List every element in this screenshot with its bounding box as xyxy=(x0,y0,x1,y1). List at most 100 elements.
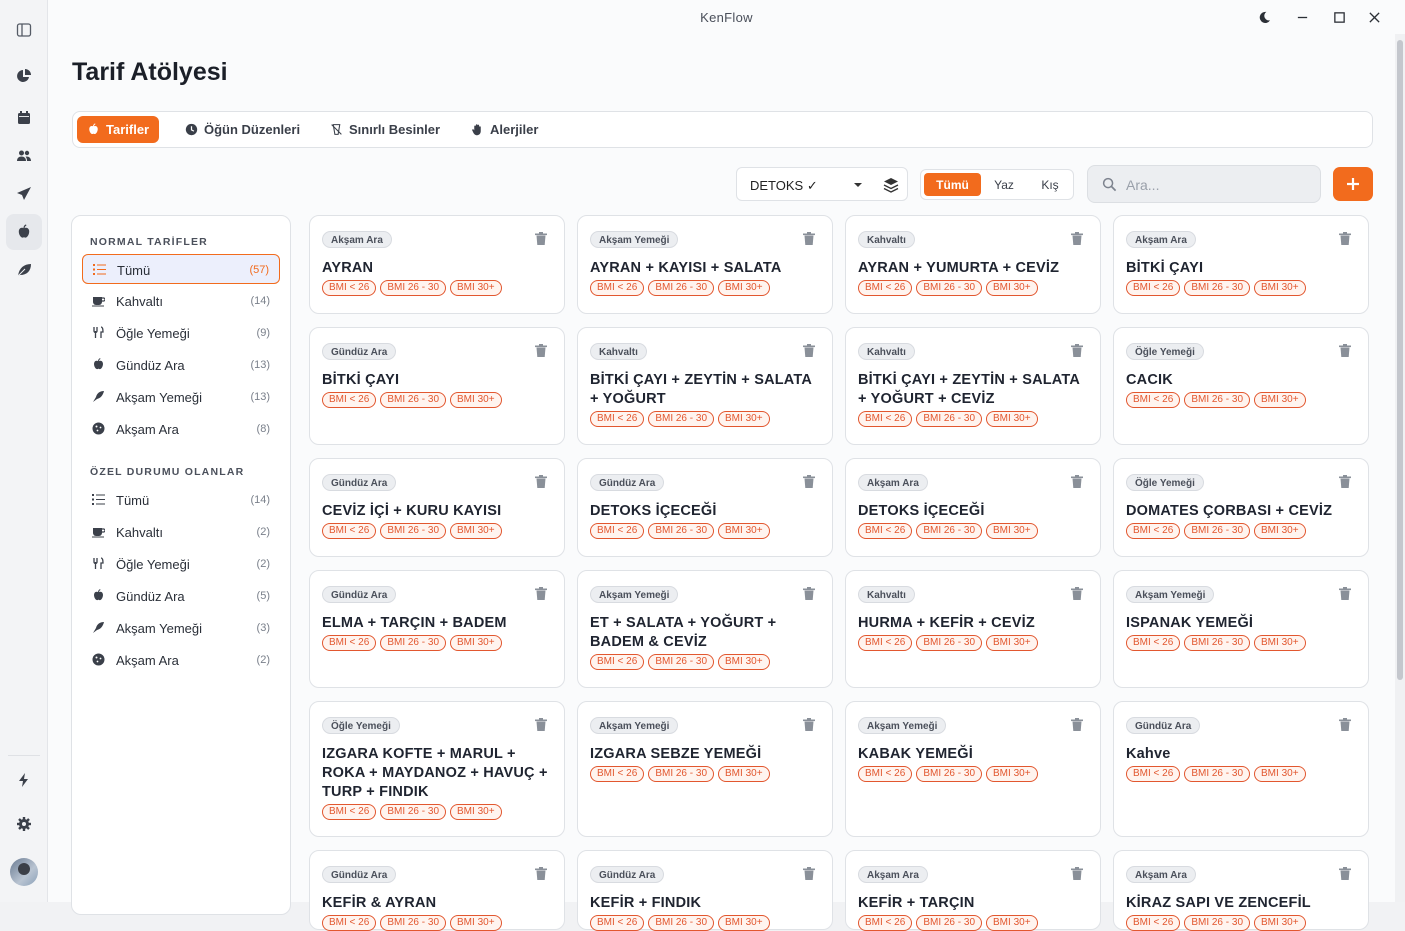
recipe-card[interactable]: Gündüz Ara KEFİR + FINDIK BMI < 26 BMI 26 -… xyxy=(577,850,833,931)
clients-icon[interactable] xyxy=(12,144,36,168)
leaf-icon[interactable] xyxy=(12,258,36,282)
recipes-apple-icon[interactable] xyxy=(6,214,42,250)
recipe-card[interactable]: Gündüz Ara DETOKS İÇECEĞİ BMI < 26 BMI 26 -… xyxy=(577,458,833,557)
scrollbar[interactable] xyxy=(1395,34,1405,902)
trash-icon[interactable] xyxy=(535,867,547,880)
chevron-down-icon xyxy=(854,183,862,187)
recipe-card[interactable]: Akşam Ara AYRAN BMI < 26 BMI 26 - 30 BMI 30+ xyxy=(309,215,565,314)
recipe-card[interactable]: Gündüz Ara KEFİR & AYRAN BMI < 26 BMI 26 - … xyxy=(309,850,565,931)
recipe-card[interactable]: Kahvaltı HURMA + KEFİR + CEVİZ BMI < 26 BMI… xyxy=(845,570,1101,688)
recipe-name: ELMA + TARÇIN + BADEM xyxy=(322,615,507,631)
minimize-icon[interactable] xyxy=(1293,8,1311,26)
bmi-badge: BMI 30+ xyxy=(718,654,770,670)
theme-moon-icon[interactable] xyxy=(1255,8,1273,26)
layers-icon[interactable] xyxy=(883,177,899,193)
recipe-card[interactable]: Akşam Ara BİTKİ ÇAYI BMI < 26 BMI 26 - 30 BM… xyxy=(1113,215,1369,314)
trash-icon[interactable] xyxy=(803,718,815,731)
sidebar-toggle-icon[interactable] xyxy=(12,18,36,42)
category-item[interactable]: Gündüz Ara (5) xyxy=(82,581,280,611)
category-item[interactable]: Akşam Yemeği (3) xyxy=(82,613,280,643)
trash-icon[interactable] xyxy=(803,867,815,880)
trash-icon[interactable] xyxy=(1339,475,1351,488)
bmi-badges: BMI < 26 BMI 26 - 30 BMI 30+ xyxy=(1126,523,1306,539)
recipe-card[interactable]: Öğle Yemeği CACIK BMI < 26 BMI 26 - 30 BMI 3… xyxy=(1113,327,1369,445)
program-select[interactable]: DETOKS ✓ xyxy=(736,167,908,201)
trash-icon[interactable] xyxy=(535,587,547,600)
meal-tag: Gündüz Ara xyxy=(322,866,397,883)
trash-icon[interactable] xyxy=(803,344,815,357)
tab-restricted-foods[interactable]: Sınırlı Besinler xyxy=(320,116,450,143)
recipe-card[interactable]: Akşam Yemeği ET + SALATA + YOĞURT + BADEM… xyxy=(577,570,833,688)
trash-icon[interactable] xyxy=(1071,475,1083,488)
recipe-card[interactable]: Öğle Yemeği DOMATES ÇORBASI + CEVİZ BMI < … xyxy=(1113,458,1369,557)
category-item[interactable]: Tümü (14) xyxy=(82,485,280,515)
scrollbar-thumb[interactable] xyxy=(1397,40,1403,680)
bmi-badge: BMI 26 - 30 xyxy=(648,280,715,296)
recipe-card[interactable]: Kahvaltı BİTKİ ÇAYI + ZEYTİN + SALATA + Y… xyxy=(577,327,833,445)
category-item[interactable]: Akşam Ara (2) xyxy=(82,645,280,675)
category-item[interactable]: Öğle Yemeği (9) xyxy=(82,318,280,348)
season-all[interactable]: Tümü xyxy=(924,173,981,196)
tab-allergies[interactable]: Alerjiler xyxy=(461,116,548,143)
category-item[interactable]: Gündüz Ara (13) xyxy=(82,350,280,380)
bolt-icon[interactable] xyxy=(12,768,36,792)
user-avatar[interactable] xyxy=(10,858,38,886)
category-item[interactable]: Kahvaltı (14) xyxy=(82,286,280,316)
recipe-card[interactable]: Gündüz Ara BİTKİ ÇAYI BMI < 26 BMI 26 - 30 B… xyxy=(309,327,565,445)
recipe-card[interactable]: Kahvaltı AYRAN + YUMURTA + CEVİZ BMI < 26 B… xyxy=(845,215,1101,314)
recipe-card[interactable]: Akşam Yemeği AYRAN + KAYISI + SALATA BMI <… xyxy=(577,215,833,314)
recipe-card[interactable]: Öğle Yemeği IZGARA KOFTE + MARUL + ROKA +… xyxy=(309,701,565,837)
recipe-card[interactable]: Gündüz Ara Kahve BMI < 26 BMI 26 - 30 BMI 30… xyxy=(1113,701,1369,837)
trash-icon[interactable] xyxy=(1071,867,1083,880)
category-item[interactable]: Kahvaltı (2) xyxy=(82,517,280,547)
trash-icon[interactable] xyxy=(1071,718,1083,731)
recipe-card[interactable]: Akşam Ara KİRAZ SAPI VE ZENCEFİL BMI < 26 B… xyxy=(1113,850,1369,931)
category-item[interactable]: Akşam Yemeği (13) xyxy=(82,382,280,412)
trash-icon[interactable] xyxy=(1071,587,1083,600)
category-item[interactable]: Öğle Yemeği (2) xyxy=(82,549,280,579)
trash-icon[interactable] xyxy=(535,718,547,731)
add-recipe-button[interactable] xyxy=(1333,167,1373,201)
category-label: Öğle Yemeği xyxy=(116,326,190,341)
trash-icon[interactable] xyxy=(1339,718,1351,731)
search-box xyxy=(1087,165,1321,203)
recipe-card[interactable]: Kahvaltı BİTKİ ÇAYI + ZEYTİN + SALATA + Y… xyxy=(845,327,1101,445)
recipe-card[interactable]: Akşam Ara KEFİR + TARÇIN BMI < 26 BMI 26 - … xyxy=(845,850,1101,931)
recipe-card[interactable]: Gündüz Ara CEVİZ İÇİ + KURU KAYISI BMI < 2… xyxy=(309,458,565,557)
trash-icon[interactable] xyxy=(1339,587,1351,600)
trash-icon[interactable] xyxy=(1339,344,1351,357)
season-summer[interactable]: Yaz xyxy=(981,173,1027,196)
trash-icon[interactable] xyxy=(535,475,547,488)
dashboard-pie-icon[interactable] xyxy=(12,64,36,88)
trash-icon[interactable] xyxy=(535,344,547,357)
trash-icon[interactable] xyxy=(803,232,815,245)
trash-icon[interactable] xyxy=(803,475,815,488)
close-icon[interactable] xyxy=(1365,8,1383,26)
trash-icon[interactable] xyxy=(535,232,547,245)
season-winter[interactable]: Kış xyxy=(1027,173,1073,196)
recipe-card[interactable]: Akşam Ara DETOKS İÇECEĞİ BMI < 26 BMI 26 - … xyxy=(845,458,1101,557)
tab-recipes[interactable]: Tarifler xyxy=(77,116,160,143)
recipe-card[interactable]: Akşam Yemeği IZGARA SEBZE YEMEĞİ BMI < 26 B… xyxy=(577,701,833,837)
bmi-badges: BMI < 26 BMI 26 - 30 BMI 30+ xyxy=(590,523,770,539)
maximize-icon[interactable] xyxy=(1330,8,1348,26)
utensils-icon xyxy=(92,557,105,570)
search-input[interactable] xyxy=(1126,174,1306,196)
recipe-card[interactable]: Gündüz Ara ELMA + TARÇIN + BADEM BMI < 26 B… xyxy=(309,570,565,688)
trash-icon[interactable] xyxy=(803,587,815,600)
calendar-icon[interactable] xyxy=(12,106,36,130)
send-icon[interactable] xyxy=(12,182,36,206)
trash-icon[interactable] xyxy=(1339,232,1351,245)
window-titlebar: KenFlow xyxy=(48,0,1405,34)
recipe-card[interactable]: Akşam Yemeği KABAK YEMEĞİ BMI < 26 BMI 26 -… xyxy=(845,701,1101,837)
bmi-badge: BMI 30+ xyxy=(450,635,502,651)
trash-icon[interactable] xyxy=(1071,232,1083,245)
settings-gear-icon[interactable] xyxy=(12,812,36,836)
category-count: (14) xyxy=(250,295,270,307)
trash-icon[interactable] xyxy=(1339,867,1351,880)
tab-meal-plans[interactable]: Öğün Düzenleri xyxy=(175,116,310,143)
trash-icon[interactable] xyxy=(1071,344,1083,357)
category-item[interactable]: Akşam Ara (8) xyxy=(82,414,280,444)
category-item[interactable]: Tümü (57) xyxy=(82,254,280,284)
recipe-card[interactable]: Akşam Yemeği ISPANAK YEMEĞİ BMI < 26 BMI 26… xyxy=(1113,570,1369,688)
